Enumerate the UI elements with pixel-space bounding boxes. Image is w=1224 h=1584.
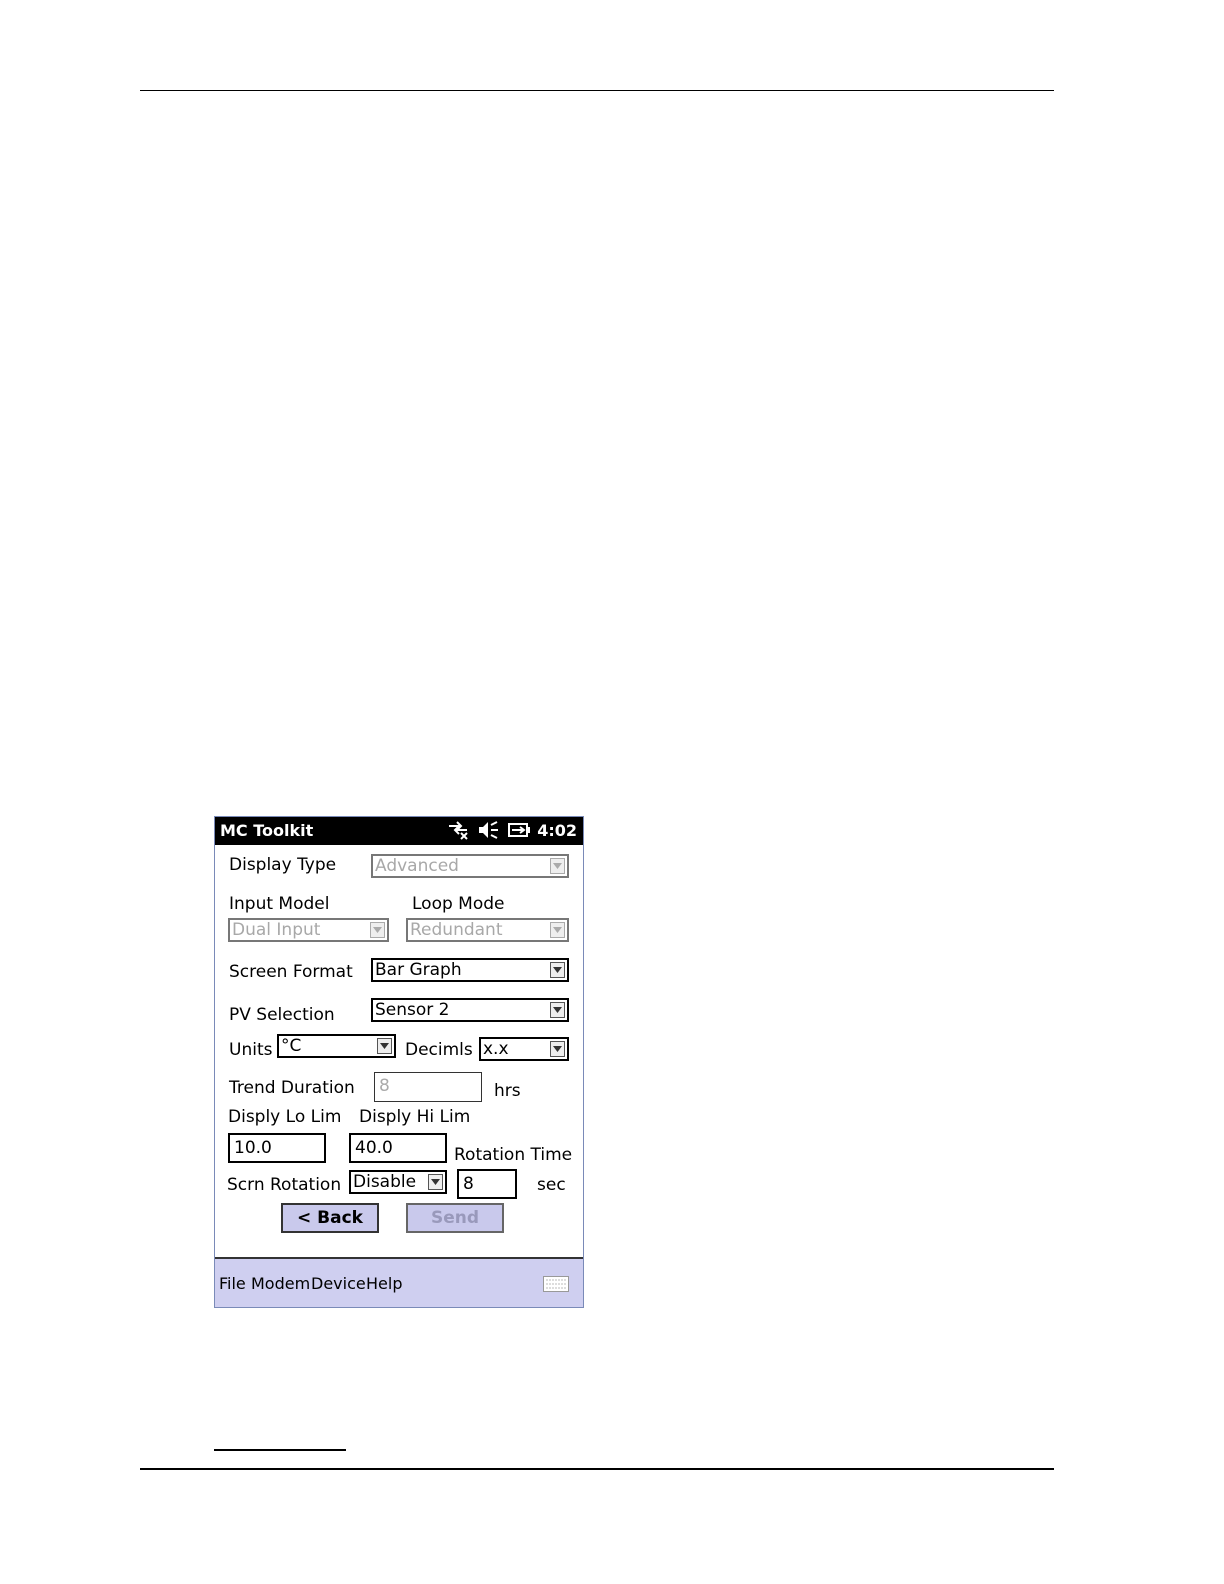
- chevron-down-icon: [550, 858, 565, 874]
- screen-format-select[interactable]: Bar Graph: [371, 958, 569, 982]
- input-model-value: Dual Input: [232, 920, 321, 940]
- menu-modem[interactable]: Modem: [251, 1274, 310, 1293]
- screen-format-value: Bar Graph: [375, 960, 462, 980]
- decimals-label: Decimls: [405, 1040, 473, 1060]
- display-hi-limit-label: Disply Hi Lim: [359, 1107, 471, 1127]
- chevron-down-icon: [428, 1174, 443, 1190]
- display-lo-limit-label: Disply Lo Lim: [228, 1107, 342, 1127]
- chevron-down-icon: [550, 922, 565, 938]
- pv-selection-select[interactable]: Sensor 2: [371, 998, 569, 1022]
- units-label: Units: [229, 1040, 273, 1060]
- units-value: °C: [281, 1036, 302, 1056]
- units-select[interactable]: °C: [277, 1034, 396, 1058]
- chevron-down-icon: [550, 962, 565, 978]
- device-screenshot: MC Toolkit 4:02 Display Type Advanced In…: [214, 816, 584, 1308]
- decimals-select[interactable]: x.x: [479, 1037, 569, 1061]
- connectivity-icon[interactable]: [447, 820, 469, 840]
- display-type-value: Advanced: [375, 856, 459, 876]
- menu-help[interactable]: Help: [366, 1274, 402, 1293]
- input-model-label: Input Model: [229, 894, 330, 914]
- footer-rule: [140, 1468, 1054, 1470]
- screen-format-label: Screen Format: [229, 962, 353, 982]
- clock: 4:02: [537, 820, 577, 840]
- header-rule: [140, 90, 1054, 91]
- back-button[interactable]: < Back: [281, 1203, 379, 1233]
- pv-selection-label: PV Selection: [229, 1005, 335, 1025]
- status-area: 4:02: [447, 820, 577, 840]
- trend-duration-input[interactable]: 8: [374, 1072, 482, 1102]
- app-title: MC Toolkit: [220, 821, 314, 840]
- title-bar: MC Toolkit 4:02: [215, 817, 583, 845]
- pv-selection-value: Sensor 2: [375, 1000, 450, 1020]
- battery-icon[interactable]: [507, 820, 531, 840]
- speaker-muted-icon[interactable]: [477, 820, 499, 840]
- screen-rotation-label: Scrn Rotation: [227, 1175, 342, 1195]
- keyboard-icon[interactable]: [543, 1276, 569, 1292]
- screen-rotation-value: Disable: [353, 1172, 417, 1192]
- menu-device[interactable]: Device: [311, 1274, 366, 1293]
- chevron-down-icon: [550, 1002, 565, 1018]
- loop-mode-value: Redundant: [410, 920, 503, 940]
- decimals-value: x.x: [483, 1039, 509, 1059]
- trend-duration-unit: hrs: [494, 1081, 521, 1101]
- chevron-down-icon: [370, 922, 385, 938]
- rotation-time-label: Rotation Time: [454, 1145, 573, 1165]
- chevron-down-icon: [550, 1041, 565, 1057]
- display-hi-limit-input[interactable]: 40.0: [349, 1133, 447, 1163]
- display-type-label: Display Type: [229, 855, 337, 875]
- screen-rotation-select[interactable]: Disable: [349, 1170, 447, 1194]
- chevron-down-icon: [377, 1038, 392, 1054]
- loop-mode-select[interactable]: Redundant: [406, 918, 569, 942]
- form-area: Display Type Advanced Input Model Loop M…: [215, 845, 583, 1257]
- footnote-rule: [214, 1449, 346, 1451]
- send-button[interactable]: Send: [406, 1203, 504, 1233]
- input-model-select[interactable]: Dual Input: [228, 918, 389, 942]
- rotation-time-unit: sec: [537, 1175, 566, 1195]
- rotation-time-input[interactable]: 8: [457, 1169, 517, 1199]
- trend-duration-label: Trend Duration: [229, 1078, 355, 1098]
- menu-bar: File Modem Device Help: [215, 1257, 583, 1307]
- display-type-select[interactable]: Advanced: [371, 854, 569, 878]
- loop-mode-label: Loop Mode: [412, 894, 505, 914]
- display-lo-limit-input[interactable]: 10.0: [228, 1133, 326, 1163]
- menu-file[interactable]: File: [219, 1274, 246, 1293]
